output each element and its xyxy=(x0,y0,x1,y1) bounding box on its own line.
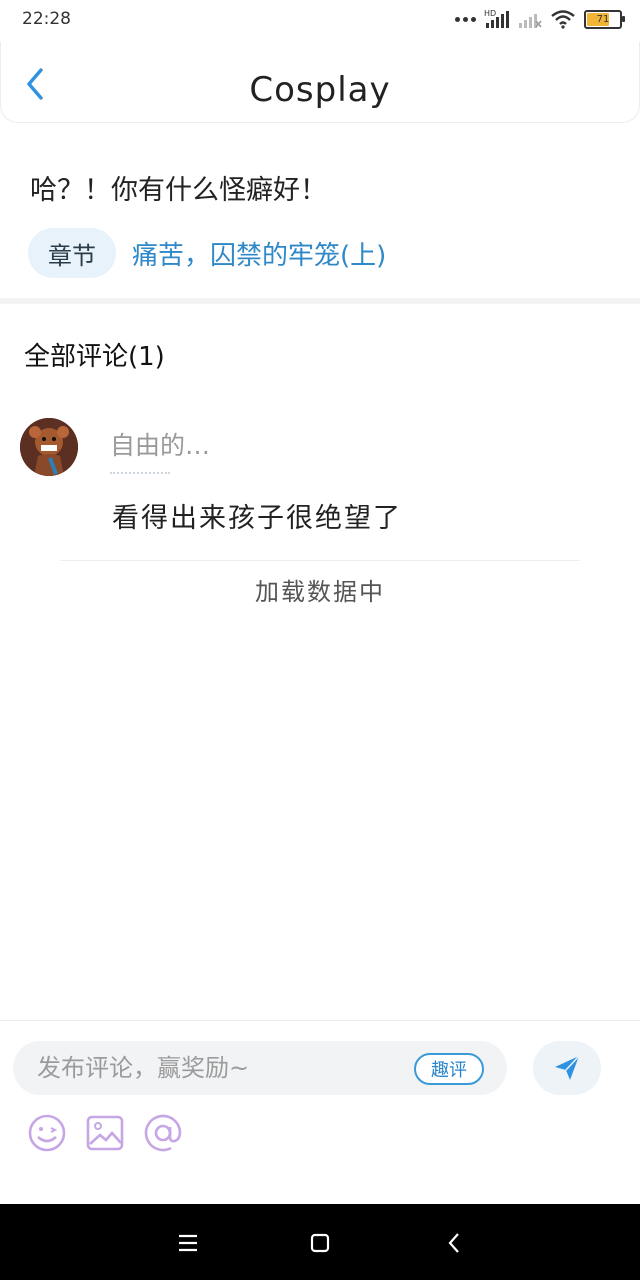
qupin-badge[interactable]: 趣评 xyxy=(414,1053,484,1085)
comment-meta xyxy=(110,472,170,482)
comment-text: 看得出来孩子很绝望了 xyxy=(112,503,402,534)
home-button[interactable] xyxy=(305,1228,335,1258)
page-title: Cosplay xyxy=(249,70,391,110)
avatar[interactable] xyxy=(20,418,78,476)
comment-divider xyxy=(60,560,580,561)
at-icon xyxy=(144,1114,182,1152)
more-dots-icon xyxy=(455,16,476,22)
image-icon xyxy=(86,1115,124,1151)
avatar-cartoon-icon xyxy=(20,418,78,476)
mention-button[interactable] xyxy=(143,1113,183,1153)
status-icons: HD 71 xyxy=(455,9,625,29)
chapter-link[interactable]: 痛苦，囚禁的牢笼(上) xyxy=(132,235,386,272)
comment-composer: 趣评 xyxy=(0,1020,640,1205)
menu-icon xyxy=(179,1234,197,1252)
send-icon xyxy=(555,1055,580,1080)
comments-section-title: 全部评论(1) xyxy=(24,342,165,372)
signal-weak-icon xyxy=(519,14,542,28)
post-title: 哈？！你有什么怪癖好！ xyxy=(30,175,327,206)
wifi-icon xyxy=(551,10,575,29)
image-button[interactable] xyxy=(85,1113,125,1153)
menu-button[interactable] xyxy=(173,1228,203,1258)
send-button[interactable] xyxy=(533,1041,601,1095)
emoji-button[interactable] xyxy=(27,1113,67,1153)
chapter-row: 章节 痛苦，囚禁的牢笼(上) xyxy=(28,228,386,278)
system-back-button[interactable] xyxy=(440,1228,470,1258)
comment-username[interactable]: 自由的… xyxy=(110,426,210,462)
battery-percent: 71 xyxy=(596,13,610,25)
back-triangle-icon xyxy=(448,1233,459,1253)
signal-hd-icon: HD xyxy=(484,9,509,28)
chapter-tag: 章节 xyxy=(28,228,116,278)
status-time: 22:28 xyxy=(22,9,71,29)
status-bar: 22:28 HD 71 xyxy=(0,0,640,40)
loading-text: 加载数据中 xyxy=(255,578,385,606)
system-nav-bar xyxy=(0,1204,640,1280)
home-square-icon xyxy=(310,1233,330,1253)
section-divider xyxy=(0,298,640,304)
emoji-icon xyxy=(28,1114,66,1152)
top-header: Cosplay xyxy=(0,42,640,123)
svg-text:HD: HD xyxy=(484,9,496,18)
battery-icon: 71 xyxy=(584,9,625,29)
